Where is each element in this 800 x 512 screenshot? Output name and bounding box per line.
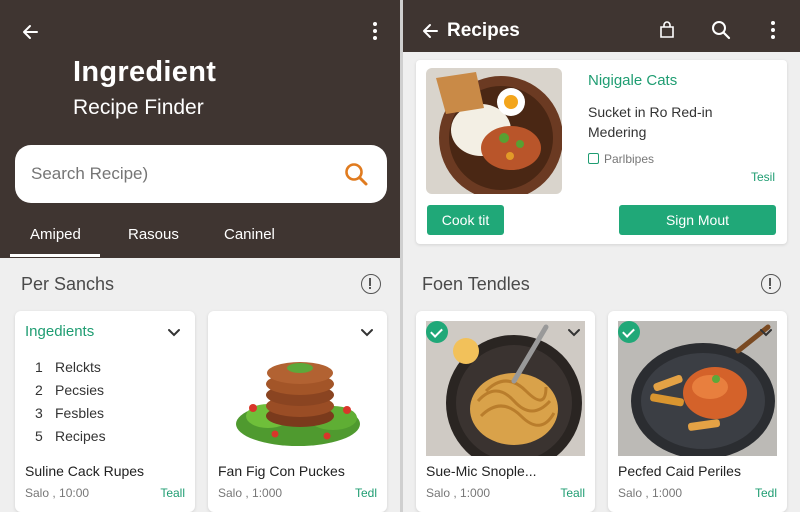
search-icon[interactable] [343,161,369,187]
list-item[interactable]: 1 Relckts [35,359,106,382]
recipe-name: Suline Cack Rupes [25,463,145,479]
header: Ingredient Recipe Finder Amiped Rasous C… [0,0,400,258]
chevron-down-icon[interactable] [360,326,374,340]
recipe-meta: Salo , 1:000 [426,486,491,500]
recipe-card[interactable]: Sue-Mic Snople... Salo , 1:000 Teall [416,311,595,512]
tab-caninel[interactable]: Caninel [224,226,275,243]
recipe-link[interactable]: Tedl [355,486,377,500]
recipe-link[interactable]: Teall [560,486,585,500]
search-input[interactable] [31,161,331,187]
fried-dish-image [618,321,777,456]
left-screen: Ingredient Recipe Finder Amiped Rasous C… [0,0,400,512]
list-item[interactable]: 3 Fesbles [35,405,106,428]
featured-recipe-card[interactable]: Nigigale Cats Sucket in Ro Red-in Mederi… [416,60,787,244]
list-item[interactable]: 5 Recipes [35,428,106,451]
featured-meta: Parlbipes [588,152,654,166]
recipe-link[interactable]: Tedl [755,486,777,500]
recipe-card[interactable]: Fan Fig Con Puckes Salo , 1:000 Tedl [208,311,387,512]
ingredients-card[interactable]: Ingedients 1 Relckts 2 Pecsies 3 Fesbles 5R… [15,311,195,512]
featured-description: Sucket in Ro Red-in Medering [588,104,713,140]
recipes-icon [588,153,599,164]
card-title: Ingedients [25,323,95,340]
spaghetti-image [426,321,585,456]
cook-button[interactable]: Cook tit [427,205,504,235]
recipe-meta: Salo , 1:000 [618,486,683,500]
right-screen: Recipes Nigigale Cats Sucket in Ro Red-i… [403,0,800,512]
section-title: Per Sanchs [21,274,115,294]
tab-amiped[interactable]: Amiped [30,226,81,243]
featured-title[interactable]: Nigigale Cats [588,72,677,89]
patties-image [236,362,360,446]
info-icon[interactable] [761,274,781,294]
page-subtitle: Recipe Finder [73,96,204,119]
ingredient-list: 1 Relckts 2 Pecsies 3 Fesbles 5 Recipes [35,359,106,451]
info-icon[interactable] [361,274,381,294]
page-title: Ingredient [73,56,217,88]
recipe-name: Pecfed Caid Periles [618,463,741,479]
recipe-link[interactable]: Teall [160,486,185,500]
header: Recipes [403,0,800,52]
check-badge-icon [426,321,448,343]
more-menu-icon[interactable] [372,22,378,42]
recipe-name: Sue-Mic Snople... [426,463,537,479]
bag-icon[interactable] [657,20,677,40]
recipe-card[interactable]: Pecfed Caid Periles Salo , 1:000 Tedl [608,311,787,512]
chevron-down-icon[interactable] [167,326,181,340]
chevron-down-icon[interactable] [567,326,581,340]
recipe-meta: Salo , 1:000 [218,486,283,500]
tab-rasous[interactable]: Rasous [128,226,179,243]
featured-dish-image [426,68,562,194]
list-item[interactable]: 2 Pecsies [35,382,106,405]
recipe-name: Fan Fig Con Puckes [218,463,345,479]
search-bar[interactable] [15,145,387,203]
recipe-meta: Salo , 10:00 [25,486,90,500]
section-title: Foen Tendles [422,274,530,294]
tab-bar: Amiped Rasous Caninel [0,214,400,258]
chevron-down-icon[interactable] [759,326,773,340]
page-title: Recipes [447,20,520,41]
sign-button[interactable]: Sign Mout [619,205,776,235]
back-arrow-icon[interactable] [19,21,41,43]
back-arrow-icon[interactable] [419,20,441,42]
active-tab-indicator [10,254,100,257]
featured-link[interactable]: Tesil [751,170,775,184]
check-badge-icon [618,321,640,343]
search-icon[interactable] [711,20,731,40]
more-menu-icon[interactable] [770,21,776,41]
